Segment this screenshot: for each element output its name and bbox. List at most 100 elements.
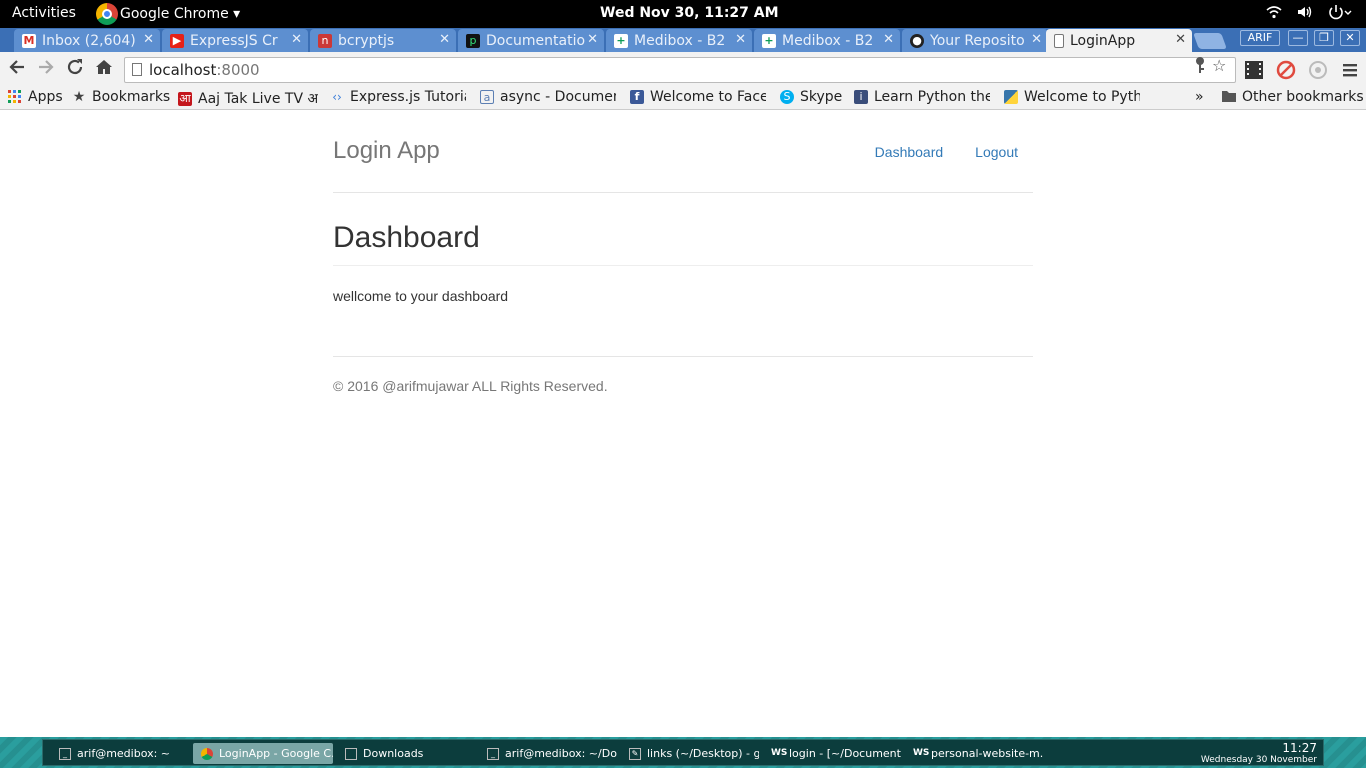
volume-icon[interactable] — [1296, 4, 1314, 24]
maximize-button[interactable]: ❐ — [1314, 30, 1334, 46]
back-icon[interactable] — [8, 58, 26, 81]
bookmark-skype[interactable]: S Skype — [780, 89, 842, 105]
task-terminal-home[interactable]: _ arif@medibox: ~ — [51, 743, 189, 764]
brand-link[interactable]: Login App — [333, 137, 440, 165]
webstorm-icon: WS — [771, 747, 788, 758]
bookmark-apps[interactable]: Apps — [8, 89, 63, 105]
power-icon[interactable] — [1328, 4, 1352, 24]
forward-icon[interactable] — [37, 58, 55, 81]
close-icon[interactable]: ✕ — [587, 32, 598, 47]
window-list: _ arif@medibox: ~ LoginApp - Google C...… — [42, 739, 1324, 766]
bookmark-other[interactable]: Other bookmarks — [1222, 89, 1364, 105]
system-top-bar: Activities Google Chrome ▾ Wed Nov 30, 1… — [0, 0, 1366, 28]
taskbar-clock[interactable]: 11:27 Wednesday 30 November — [1201, 741, 1317, 765]
webstorm-icon: WS — [913, 747, 930, 758]
github-icon: ● — [910, 33, 924, 48]
close-icon[interactable]: ✕ — [1175, 32, 1186, 47]
code-icon: ‹› — [332, 90, 342, 104]
skype-icon: S — [780, 90, 794, 104]
app-menu[interactable]: Google Chrome ▾ — [96, 3, 240, 25]
task-text-editor[interactable]: ✎ links (~/Desktop) - g... — [621, 743, 759, 764]
tab-gmail[interactable]: M Inbox (2,604) ✕ — [14, 29, 160, 52]
async-icon: a — [480, 90, 494, 104]
bookmark-label: Learn Python the — [874, 89, 990, 105]
bookmark-aaj-tak[interactable]: आ Aaj Tak Live TV आ — [178, 89, 318, 108]
system-tray[interactable] — [1266, 4, 1352, 24]
nav-logout-link[interactable]: Logout — [975, 144, 1018, 160]
home-icon[interactable] — [95, 58, 113, 81]
close-icon[interactable]: ✕ — [1031, 32, 1042, 47]
apps-grid-icon — [8, 90, 22, 104]
bookmark-label: Welcome to Pyth — [1024, 89, 1140, 105]
bookmark-facebook[interactable]: f Welcome to Face — [630, 89, 766, 105]
close-icon[interactable]: ✕ — [143, 32, 154, 47]
youtube-icon: ▶ — [170, 33, 184, 48]
task-label: arif@medibox: ~ — [77, 747, 171, 760]
close-icon[interactable]: ✕ — [883, 32, 894, 47]
url-host: localhost — [149, 61, 217, 79]
app-menu-label: Google Chrome ▾ — [120, 6, 241, 22]
bookmark-python[interactable]: Welcome to Pyth — [1004, 89, 1140, 105]
bookmark-label: Express.js Tutoria — [350, 89, 466, 105]
close-icon[interactable]: ✕ — [735, 32, 746, 47]
web-page: Login App Dashboard Logout Dashboard wel… — [0, 111, 1366, 737]
task-webstorm-login[interactable]: WS login - [~/Document... — [763, 743, 901, 764]
star-filled-icon: ★ — [72, 89, 86, 105]
bookmarks-overflow-button[interactable]: » — [1195, 89, 1204, 105]
task-label: LoginApp - Google C... — [219, 747, 333, 760]
wifi-icon[interactable] — [1266, 4, 1282, 24]
bookmark-label: Apps — [28, 89, 63, 105]
bookmark-label: Aaj Tak Live TV आ — [198, 91, 318, 107]
welcome-message: wellcome to your dashboard — [333, 288, 509, 304]
chrome-icon — [96, 3, 118, 25]
disabled-extension-icon[interactable] — [1308, 60, 1328, 80]
url-port: :8000 — [216, 61, 260, 79]
task-webstorm-personal[interactable]: WS personal-website-m... — [905, 743, 1043, 764]
close-icon[interactable]: ✕ — [439, 32, 450, 47]
menu-icon[interactable] — [1340, 60, 1360, 80]
close-icon[interactable]: ✕ — [291, 32, 302, 47]
new-tab-button[interactable] — [1193, 33, 1227, 49]
bookmark-learn-python[interactable]: i Learn Python the — [854, 89, 990, 105]
page-icon — [132, 63, 142, 76]
tab-medibox-1[interactable]: + Medibox - B2 ✕ — [606, 29, 752, 52]
tab-github[interactable]: ● Your Reposito ✕ — [902, 29, 1048, 52]
nav-dashboard-link[interactable]: Dashboard — [875, 144, 944, 160]
tab-documentation[interactable]: p Documentatio ✕ — [458, 29, 604, 52]
bookmark-label: Skype — [800, 89, 843, 105]
star-icon[interactable]: ☆ — [1212, 56, 1226, 75]
reload-icon[interactable] — [66, 58, 84, 81]
task-label: personal-website-m... — [931, 747, 1043, 760]
task-terminal-downloads[interactable]: _ arif@medibox: ~/Do... — [479, 743, 617, 764]
key-icon[interactable] — [1193, 56, 1207, 78]
profile-button[interactable]: ARIF — [1240, 30, 1280, 46]
task-loginapp-chrome[interactable]: LoginApp - Google C... — [193, 743, 333, 764]
bookmark-label: Welcome to Face — [650, 89, 766, 105]
system-clock[interactable]: Wed Nov 30, 11:27 AM — [600, 5, 779, 21]
chrome-icon — [201, 747, 213, 760]
blocked-extension-icon[interactable] — [1276, 60, 1296, 80]
minimize-button[interactable]: — — [1288, 30, 1308, 46]
task-label: login - [~/Document... — [789, 747, 901, 760]
tab-loginapp[interactable]: LoginApp ✕ — [1046, 29, 1192, 52]
python-icon — [1004, 90, 1018, 104]
tab-bcryptjs[interactable]: n bcryptjs ✕ — [310, 29, 456, 52]
tab-expressjs[interactable]: ▶ ExpressJS Cr ✕ — [162, 29, 308, 52]
footer-divider — [333, 356, 1033, 357]
task-downloads[interactable]: Downloads — [337, 743, 475, 764]
python-book-icon: i — [854, 90, 868, 104]
address-bar[interactable]: localhost:8000 — [124, 57, 1236, 83]
sheets-icon: + — [614, 33, 628, 48]
bookmark-async[interactable]: a async - Documen — [480, 89, 616, 105]
footer-text: © 2016 @arifmujawar ALL Rights Reserved. — [333, 378, 608, 394]
taskbar-time: 11:27 — [1282, 741, 1317, 755]
window-close-button[interactable]: ✕ — [1340, 30, 1360, 46]
tab-medibox-2[interactable]: + Medibox - B2 ✕ — [754, 29, 900, 52]
activities-button[interactable]: Activities — [12, 5, 76, 21]
taskbar: _ arif@medibox: ~ LoginApp - Google C...… — [0, 737, 1366, 768]
tab-label: LoginApp — [1070, 32, 1136, 49]
bookmark-expressjs[interactable]: ‹› Express.js Tutoria — [330, 89, 466, 105]
film-extension-icon[interactable] — [1244, 60, 1264, 80]
bookmark-bookmarks[interactable]: ★ Bookmarks — [72, 89, 171, 105]
npm-icon: n — [318, 33, 332, 48]
